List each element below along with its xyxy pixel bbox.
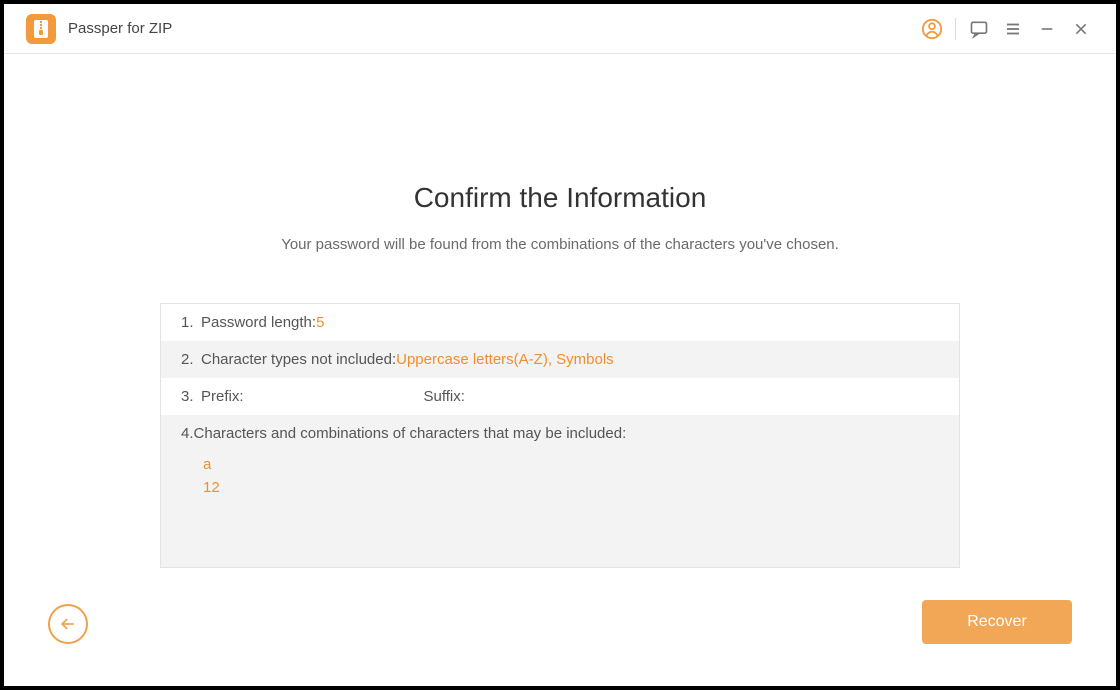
- row-value: 5: [316, 314, 324, 331]
- row-label: Characters and combinations of character…: [194, 425, 627, 442]
- minimize-icon[interactable]: [1030, 12, 1064, 46]
- row-number: 1.: [181, 314, 201, 331]
- title-bar: Passper for ZIP: [4, 4, 1116, 54]
- suffix-label: Suffix:: [424, 388, 465, 405]
- page-subheading: Your password will be found from the com…: [4, 236, 1116, 253]
- row-number: 4.: [181, 425, 194, 442]
- menu-icon[interactable]: [996, 12, 1030, 46]
- row-prefix-suffix: 3. Prefix: Suffix:: [161, 378, 959, 415]
- recover-button[interactable]: Recover: [922, 600, 1072, 644]
- include-item: 12: [203, 477, 939, 500]
- main-content: Confirm the Information Your password wi…: [4, 54, 1116, 686]
- row-label: Character types not included:: [201, 351, 396, 368]
- page-heading: Confirm the Information: [4, 182, 1116, 214]
- includes-list: a 12: [203, 454, 939, 499]
- row-password-length: 1. Password length: 5: [161, 304, 959, 341]
- row-includes: 4. Characters and combinations of charac…: [161, 415, 959, 567]
- separator: [955, 18, 956, 40]
- row-value: Uppercase letters(A-Z), Symbols: [396, 351, 614, 368]
- back-button[interactable]: [48, 604, 88, 644]
- user-icon[interactable]: [915, 12, 949, 46]
- include-item: a: [203, 454, 939, 477]
- close-icon[interactable]: [1064, 12, 1098, 46]
- feedback-icon[interactable]: [962, 12, 996, 46]
- summary-box: 1. Password length: 5 2. Character types…: [160, 303, 960, 568]
- app-logo-icon: [26, 14, 56, 44]
- row-number: 2.: [181, 351, 201, 368]
- row-excluded-types: 2. Character types not included: Upperca…: [161, 341, 959, 378]
- app-window: Passper for ZIP: [4, 4, 1116, 686]
- row-number: 3.: [181, 388, 201, 405]
- app-title: Passper for ZIP: [68, 20, 172, 37]
- row-label: Password length:: [201, 314, 316, 331]
- prefix-label: Prefix:: [201, 388, 244, 405]
